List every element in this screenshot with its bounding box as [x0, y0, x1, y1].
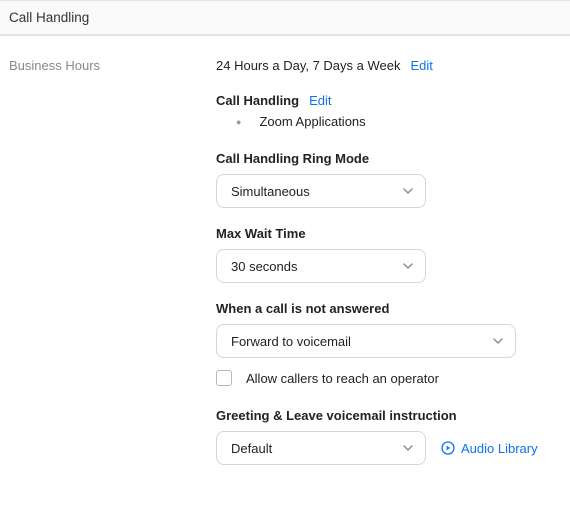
- audio-library-link[interactable]: Audio Library: [440, 441, 538, 456]
- not-answered-label: When a call is not answered: [216, 301, 550, 316]
- greeting-select[interactable]: Default: [216, 431, 426, 465]
- max-wait-value: 30 seconds: [231, 259, 298, 274]
- greeting-value: Default: [231, 441, 272, 456]
- business-hours-edit-link[interactable]: Edit: [411, 58, 433, 73]
- bullet-icon: ●: [236, 117, 241, 127]
- ring-mode-select[interactable]: Simultaneous: [216, 174, 426, 208]
- play-icon: [440, 441, 455, 456]
- audio-library-label: Audio Library: [461, 441, 538, 456]
- chevron-down-icon: [403, 263, 413, 269]
- right-column: 24 Hours a Day, 7 Days a Week Edit Call …: [216, 58, 570, 483]
- not-answered-value: Forward to voicemail: [231, 334, 351, 349]
- call-handling-row: Call Handling Edit: [216, 93, 550, 108]
- ring-mode-value: Simultaneous: [231, 184, 310, 199]
- max-wait-label: Max Wait Time: [216, 226, 550, 241]
- business-hours-row: 24 Hours a Day, 7 Days a Week Edit: [216, 58, 550, 73]
- section-header: Call Handling: [0, 0, 570, 35]
- allow-operator-row: Allow callers to reach an operator: [216, 370, 550, 386]
- chevron-down-icon: [493, 338, 503, 344]
- section-title: Call Handling: [9, 10, 89, 25]
- chevron-down-icon: [403, 445, 413, 451]
- business-hours-label: Business Hours: [9, 58, 100, 73]
- call-handling-label: Call Handling: [216, 93, 299, 108]
- call-handling-edit-link[interactable]: Edit: [309, 93, 331, 108]
- ring-mode-label: Call Handling Ring Mode: [216, 151, 550, 166]
- max-wait-group: Max Wait Time 30 seconds: [216, 226, 550, 283]
- business-hours-value: 24 Hours a Day, 7 Days a Week: [216, 58, 401, 73]
- greeting-group: Greeting & Leave voicemail instruction D…: [216, 408, 550, 465]
- allow-operator-checkbox[interactable]: [216, 370, 232, 386]
- allow-operator-label: Allow callers to reach an operator: [246, 371, 439, 386]
- not-answered-select[interactable]: Forward to voicemail: [216, 324, 516, 358]
- list-item-label: Zoom Applications: [259, 114, 365, 129]
- apps-list: ● Zoom Applications: [216, 114, 550, 129]
- not-answered-group: When a call is not answered Forward to v…: [216, 301, 550, 358]
- chevron-down-icon: [403, 188, 413, 194]
- max-wait-select[interactable]: 30 seconds: [216, 249, 426, 283]
- greeting-label: Greeting & Leave voicemail instruction: [216, 408, 550, 423]
- left-column: Business Hours: [9, 58, 216, 483]
- content-area: Business Hours 24 Hours a Day, 7 Days a …: [0, 36, 570, 483]
- list-item: ● Zoom Applications: [236, 114, 550, 129]
- ring-mode-group: Call Handling Ring Mode Simultaneous: [216, 151, 550, 208]
